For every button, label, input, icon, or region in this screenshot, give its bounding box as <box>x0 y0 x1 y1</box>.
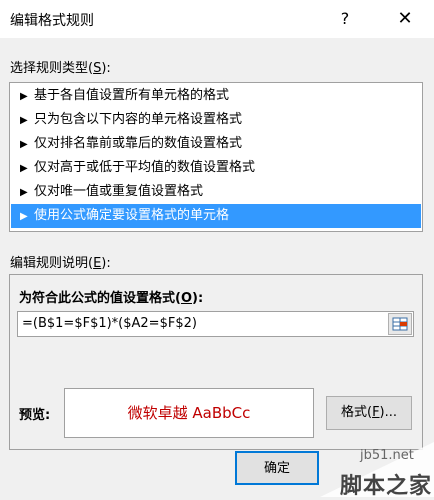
rule-item-all-cells[interactable]: ▶ 基于各自值设置所有单元格的格式 <box>11 84 421 108</box>
watermark-text: 脚本之家 <box>340 474 433 499</box>
close-button[interactable]: ✕ <box>394 8 416 30</box>
description-label: 编辑规则说明(E): <box>10 256 111 271</box>
preview-box: 微软卓越 AaBbCc <box>64 388 314 438</box>
rule-item-average[interactable]: ▶ 仅对高于或低于平均值的数值设置格式 <box>11 156 421 180</box>
expand-arrow-icon: ▶ <box>20 163 28 174</box>
format-button[interactable]: 格式(F)... <box>326 396 412 430</box>
formula-label: 为符合此公式的值设置格式(O): <box>19 291 204 306</box>
rule-item-formula[interactable]: ▶ 使用公式确定要设置格式的单元格 <box>11 204 421 228</box>
formula-input[interactable]: =(B$1=$F$1)*($A2=$F$2) <box>17 311 414 337</box>
expand-arrow-icon: ▶ <box>20 187 28 198</box>
rule-item-contains[interactable]: ▶ 只为包含以下内容的单元格设置格式 <box>11 108 421 132</box>
range-picker-button[interactable] <box>388 313 412 335</box>
title-bar: 编辑格式规则 ? ✕ <box>0 0 434 38</box>
expand-arrow-icon: ▶ <box>20 115 28 126</box>
window-title: 编辑格式规则 <box>10 13 94 29</box>
expand-arrow-icon: ▶ <box>20 91 28 102</box>
watermark-url: jb51.net <box>360 448 414 463</box>
expand-arrow-icon: ▶ <box>20 211 28 222</box>
preview-label: 预览: <box>19 408 51 423</box>
rule-type-label: 选择规则类型(S): <box>10 61 111 76</box>
help-button[interactable]: ? <box>334 8 356 30</box>
rule-item-top-bottom[interactable]: ▶ 仅对排名靠前或靠后的数值设置格式 <box>11 132 421 156</box>
range-picker-icon <box>392 317 408 331</box>
rule-item-unique-duplicate[interactable]: ▶ 仅对唯一值或重复值设置格式 <box>11 180 421 204</box>
expand-arrow-icon: ▶ <box>20 139 28 150</box>
rule-type-list[interactable]: ▶ 基于各自值设置所有单元格的格式 ▶ 只为包含以下内容的单元格设置格式 ▶ 仅对排名… <box>9 82 423 232</box>
